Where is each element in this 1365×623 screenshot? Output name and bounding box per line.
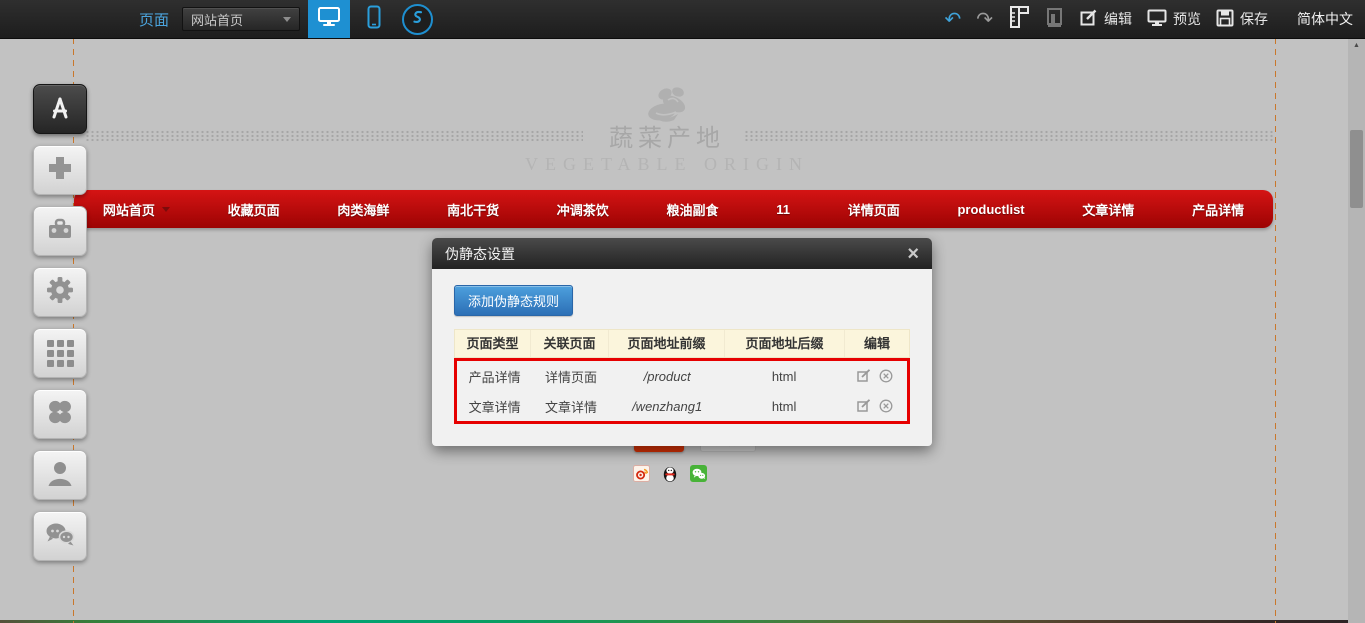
mobile-icon [366, 5, 382, 34]
nav-item-home-label: 网站首页 [103, 200, 155, 219]
desktop-icon [317, 6, 341, 33]
builder-sidebar [33, 84, 87, 572]
rules-table-header: 页面类型 关联页面 页面地址前缀 页面地址后缀 编辑 [454, 329, 910, 358]
sidebar-item-design[interactable] [33, 84, 87, 134]
preview-button-label: 预览 [1173, 9, 1201, 29]
sidebar-item-toolbox[interactable] [33, 206, 87, 256]
cell-page-type: 产品详情 [457, 367, 532, 386]
stats-icon[interactable] [1045, 6, 1065, 33]
save-button-label: 保存 [1240, 9, 1268, 29]
nav-item-tea-drinks[interactable]: 冲调茶饮 [557, 200, 609, 219]
person-icon [44, 458, 76, 493]
cell-url-prefix: /wenzhang1 [610, 399, 725, 414]
site-music-button[interactable] [402, 4, 433, 35]
plus-icon [45, 153, 75, 188]
table-row: 产品详情 详情页面 /product html [457, 361, 907, 391]
site-subtitle: VEGETABLE ORIGIN [0, 154, 1334, 175]
cell-actions [844, 369, 907, 383]
cell-linked-page: 文章详情 [532, 397, 609, 416]
nav-item-productlist[interactable]: productlist [957, 202, 1024, 217]
top-toolbar: 页面 网站首页 ↶ ↷ [0, 0, 1365, 39]
col-page-type: 页面类型 [455, 330, 531, 357]
edit-button[interactable]: 编辑 [1080, 9, 1132, 30]
nav-item-grain-oil[interactable]: 粮油副食 [667, 200, 719, 219]
sidebar-item-apps[interactable] [33, 389, 87, 439]
save-button[interactable]: 保存 [1216, 9, 1268, 30]
pseudo-static-dialog: 伪静态设置 × 添加伪静态规则 页面类型 关联页面 页面地址前缀 页面地址后缀 … [432, 238, 932, 446]
col-url-suffix: 页面地址后缀 [725, 330, 845, 357]
site-navbar: 网站首页 收藏页面 肉类海鲜 南北干货 冲调茶饮 粮油副食 11 详情页面 pr… [74, 190, 1273, 228]
mobile-view-button[interactable] [356, 0, 392, 38]
dialog-header[interactable]: 伪静态设置 × [432, 238, 932, 269]
cell-page-type: 文章详情 [457, 397, 532, 416]
toolbar-left-group: 页面 网站首页 [139, 0, 433, 38]
close-icon[interactable]: × [907, 244, 919, 264]
scroll-up-arrow[interactable]: ▲ [1348, 42, 1365, 49]
toolbar-right-group: ↶ ↷ 编辑 预览 [944, 0, 1353, 38]
desktop-view-button[interactable] [308, 0, 350, 38]
add-rule-button[interactable]: 添加伪静态规则 [454, 285, 573, 316]
rules-highlight-box: 产品详情 详情页面 /product html [454, 358, 910, 424]
cell-url-suffix: html [725, 369, 844, 384]
cell-url-suffix: html [725, 399, 844, 414]
site-title: 蔬菜产地 [0, 118, 1334, 153]
delete-rule-icon[interactable] [879, 399, 893, 413]
rules-table: 页面类型 关联页面 页面地址前缀 页面地址后缀 编辑 产品详情 详情页面 /pr… [454, 329, 910, 424]
dialog-title: 伪静态设置 [445, 244, 515, 264]
wechat-icon[interactable] [690, 465, 707, 488]
grid-icon [47, 340, 74, 367]
gear-icon [44, 274, 76, 311]
edit-pencil-icon [1080, 9, 1098, 30]
nav-item-meat-seafood[interactable]: 肉类海鲜 [337, 200, 389, 219]
nav-item-detail-page[interactable]: 详情页面 [848, 200, 900, 219]
edit-rule-icon[interactable] [857, 369, 871, 383]
redo-icon[interactable]: ↷ [976, 9, 993, 29]
nav-item-product-detail[interactable]: 产品详情 [1192, 200, 1244, 219]
sidebar-item-member[interactable] [33, 450, 87, 500]
qq-icon[interactable] [661, 465, 679, 488]
page-builder-app: 页面 网站首页 ↶ ↷ [0, 0, 1365, 623]
edit-rule-icon[interactable] [857, 399, 871, 413]
preview-monitor-icon [1147, 9, 1167, 30]
sidebar-item-chat[interactable] [33, 511, 87, 561]
sidebar-item-settings[interactable] [33, 267, 87, 317]
weibo-icon[interactable] [633, 465, 650, 488]
language-switch[interactable]: 简体中文 [1297, 9, 1353, 29]
edit-button-label: 编辑 [1104, 9, 1132, 29]
nav-caret-icon [162, 207, 170, 212]
layout-guide-right [1275, 38, 1276, 623]
table-row: 文章详情 文章详情 /wenzhang1 html [457, 391, 907, 421]
undo-icon[interactable]: ↶ [944, 9, 961, 29]
preview-button[interactable]: 预览 [1147, 9, 1201, 30]
delete-rule-icon[interactable] [879, 369, 893, 383]
page-select[interactable]: 网站首页 [182, 7, 300, 31]
save-floppy-icon [1216, 9, 1234, 30]
cell-url-prefix: /product [610, 369, 725, 384]
appstore-icon [44, 92, 76, 127]
nav-item-dry-goods[interactable]: 南北干货 [447, 200, 499, 219]
sidebar-item-add-module[interactable] [33, 145, 87, 195]
sidebar-item-modules-grid[interactable] [33, 328, 87, 378]
toolbox-icon [44, 214, 76, 249]
page-label: 页面 [139, 9, 169, 30]
music-icon [410, 9, 425, 30]
dialog-body: 添加伪静态规则 页面类型 关联页面 页面地址前缀 页面地址后缀 编辑 产品详情 … [432, 269, 932, 446]
page-select-value: 网站首页 [191, 10, 243, 29]
col-edit: 编辑 [845, 330, 909, 357]
scrollbar-thumb[interactable] [1350, 130, 1363, 208]
nav-item-home[interactable]: 网站首页 [103, 200, 170, 219]
col-url-prefix: 页面地址前缀 [609, 330, 725, 357]
vertical-scrollbar[interactable]: ▲ [1348, 38, 1365, 623]
cell-actions [844, 399, 907, 413]
nav-item-favorites[interactable]: 收藏页面 [228, 200, 280, 219]
social-login-icons [633, 465, 707, 488]
clover-icon [44, 396, 76, 433]
chevron-down-icon [283, 17, 291, 22]
cell-linked-page: 详情页面 [532, 367, 609, 386]
nav-item-11[interactable]: 11 [776, 202, 790, 217]
chat-bubbles-icon [43, 519, 77, 554]
ruler-icon[interactable] [1008, 5, 1030, 34]
col-linked-page: 关联页面 [531, 330, 609, 357]
nav-item-article-detail[interactable]: 文章详情 [1082, 200, 1134, 219]
